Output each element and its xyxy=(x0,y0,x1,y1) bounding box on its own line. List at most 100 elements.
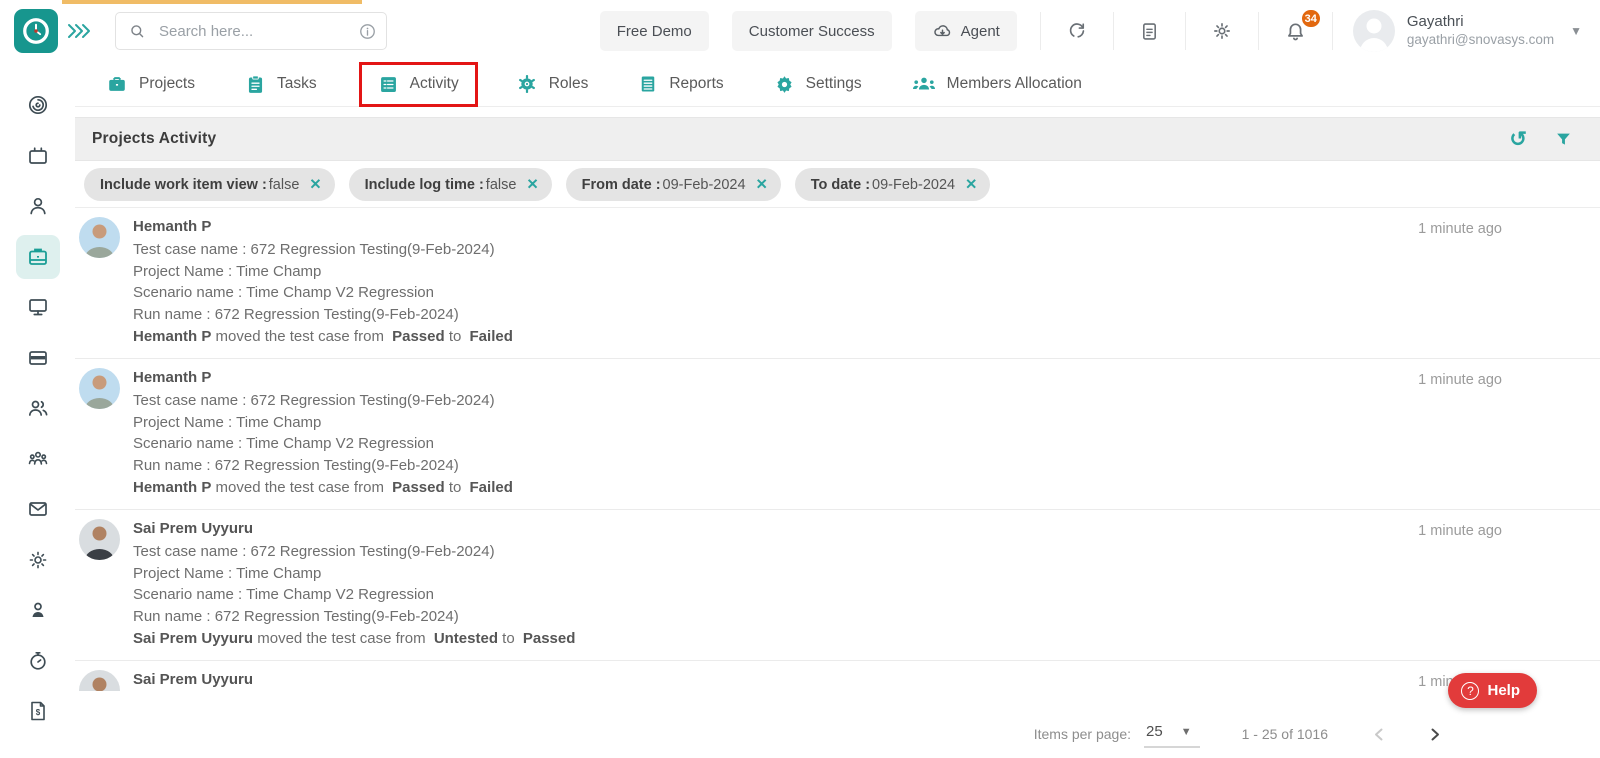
close-icon[interactable]: ✕ xyxy=(756,177,768,193)
chevron-down-icon[interactable]: ▼ xyxy=(1570,24,1582,38)
sidebar-item-clients[interactable] xyxy=(0,181,75,232)
activity-run: Run name : 672 Regression Testing(9-Feb-… xyxy=(133,456,459,474)
free-demo-button[interactable]: Free Demo xyxy=(599,11,709,51)
search-bar xyxy=(115,12,387,50)
close-icon[interactable]: ✕ xyxy=(965,177,977,193)
user-icon xyxy=(16,184,60,228)
expand-sidebar-icon[interactable] xyxy=(67,23,93,39)
activity-timestamp: 1 minute ago xyxy=(1418,522,1502,539)
chip-value: 09-Feb-2024 xyxy=(872,176,956,193)
sidebar-item-billing[interactable] xyxy=(0,333,75,384)
search-input[interactable] xyxy=(159,22,358,40)
user-menu[interactable]: Gayathri gayathri@snovasys.com xyxy=(1407,13,1554,49)
svg-text:$: $ xyxy=(35,708,40,717)
panel-header: Projects Activity ↺ xyxy=(75,117,1600,161)
free-demo-label: Free Demo xyxy=(616,22,692,40)
avatar xyxy=(79,367,120,409)
sidebar-item-mail[interactable] xyxy=(0,484,75,535)
user-avatar[interactable] xyxy=(1352,10,1395,52)
sidebar-item-screens[interactable] xyxy=(0,131,75,182)
tab-projects[interactable]: Projects xyxy=(104,63,197,105)
activity-item: Hemanth P Test case name : 672 Regressio… xyxy=(75,208,1600,359)
users-icon xyxy=(16,386,60,430)
monitor-icon xyxy=(16,285,60,329)
items-per-page-value: 25 xyxy=(1146,723,1163,740)
document-icon[interactable] xyxy=(1112,12,1185,50)
sidebar-item-profile[interactable] xyxy=(0,585,75,636)
bell-icon[interactable]: 34 xyxy=(1257,8,1333,50)
activity-timestamp: 1 minute ago xyxy=(1418,371,1502,388)
filter-icon[interactable] xyxy=(1554,130,1573,149)
question-mark-icon: ? xyxy=(1461,681,1480,700)
tab-label: Reports xyxy=(669,75,724,92)
tab-label: Members Allocation xyxy=(946,75,1082,92)
tab-members-allocation[interactable]: Members Allocation xyxy=(910,63,1084,105)
tab-roles[interactable]: Roles xyxy=(514,63,591,105)
activity-action: Hemanth P moved the test case from Passe… xyxy=(133,328,513,346)
sidebar-item-settings[interactable] xyxy=(0,535,75,586)
user-email: gayathri@snovasys.com xyxy=(1406,31,1555,47)
clipboard-icon xyxy=(245,74,266,95)
gear-icon xyxy=(16,538,60,582)
pagination: Items per page: 25 ▼ 1 - 25 of 1016 xyxy=(1034,720,1442,748)
gear-icon xyxy=(774,74,795,95)
activity-item: Sai Prem Uyyuru Test case name : 672 Reg… xyxy=(75,510,1600,661)
sidebar-item-attendance[interactable] xyxy=(0,636,75,687)
chip-value: false xyxy=(485,176,517,193)
target-icon xyxy=(16,83,60,127)
previous-page-icon[interactable] xyxy=(1372,727,1385,742)
card-icon xyxy=(16,336,60,380)
close-icon[interactable]: ✕ xyxy=(526,177,538,193)
report-icon xyxy=(638,74,658,94)
activity-project: Project Name : Time Champ xyxy=(133,564,322,582)
sidebar-item-users[interactable] xyxy=(0,383,75,434)
chevron-down-icon: ▼ xyxy=(1180,725,1192,738)
sidebar-item-projects[interactable] xyxy=(0,232,75,283)
activity-action: Hemanth P moved the test case from Passe… xyxy=(133,479,513,497)
top-accent-strip xyxy=(62,0,362,4)
sidebar-item-devices[interactable] xyxy=(0,282,75,333)
tab-reports[interactable]: Reports xyxy=(636,64,725,104)
next-page-icon[interactable] xyxy=(1429,727,1442,742)
sidebar-item-dashboard[interactable] xyxy=(0,80,75,131)
activity-project: Project Name : Time Champ xyxy=(133,262,322,280)
filter-chip-include-work-item-view: Include work item view: false ✕ xyxy=(84,168,335,201)
list-icon xyxy=(378,74,399,95)
reset-filters-icon[interactable]: ↺ xyxy=(1509,129,1527,150)
pagination-range: 1 - 25 of 1016 xyxy=(1241,726,1328,742)
tab-tasks[interactable]: Tasks xyxy=(243,64,319,105)
briefcase-icon xyxy=(15,234,60,279)
activity-user-name: Hemanth P xyxy=(133,368,212,386)
timer-icon xyxy=(16,639,60,683)
module-nav: Projects Tasks Activity Roles Reports Se… xyxy=(75,61,1600,107)
tab-activity[interactable]: Activity xyxy=(358,61,478,107)
sidebar-item-teams[interactable] xyxy=(0,434,75,485)
activity-run: Run name : 672 Regression Testing(9-Feb-… xyxy=(133,305,459,323)
tab-settings[interactable]: Settings xyxy=(772,64,864,105)
sidebar-item-invoices[interactable]: $ xyxy=(0,686,75,737)
activity-run: Run name : 672 Regression Testing(9-Feb-… xyxy=(133,607,459,625)
tab-label: Projects xyxy=(139,75,195,92)
chip-label: To date xyxy=(810,176,862,193)
items-per-page-select[interactable]: 25 ▼ xyxy=(1144,720,1200,748)
clock-logo-icon xyxy=(21,16,51,46)
filter-chip-from-date: From date: 09-Feb-2024 ✕ xyxy=(565,168,781,201)
avatar xyxy=(79,518,120,560)
agent-button[interactable]: Agent xyxy=(914,11,1017,51)
close-icon[interactable]: ✕ xyxy=(309,177,321,193)
team-icon xyxy=(912,73,936,95)
activity-action: Sai Prem Uyyuru moved the test case from… xyxy=(133,630,576,648)
activity-item: Sai Prem Uyyuru Test case name : 672 Reg… xyxy=(75,661,1600,691)
refresh-icon[interactable] xyxy=(1039,12,1113,50)
notification-badge: 34 xyxy=(1299,8,1322,29)
help-button[interactable]: ? Help xyxy=(1448,673,1537,708)
invoice-icon: $ xyxy=(16,689,60,733)
user-name: Gayathri xyxy=(1406,13,1464,31)
info-icon[interactable] xyxy=(358,22,377,41)
cloud-download-icon xyxy=(932,21,953,42)
gear-icon[interactable] xyxy=(1184,12,1258,50)
customer-success-button[interactable]: Customer Success xyxy=(731,11,892,51)
help-label: Help xyxy=(1487,682,1520,699)
app-logo[interactable] xyxy=(14,9,58,53)
icon-sidebar: $ xyxy=(0,62,75,758)
